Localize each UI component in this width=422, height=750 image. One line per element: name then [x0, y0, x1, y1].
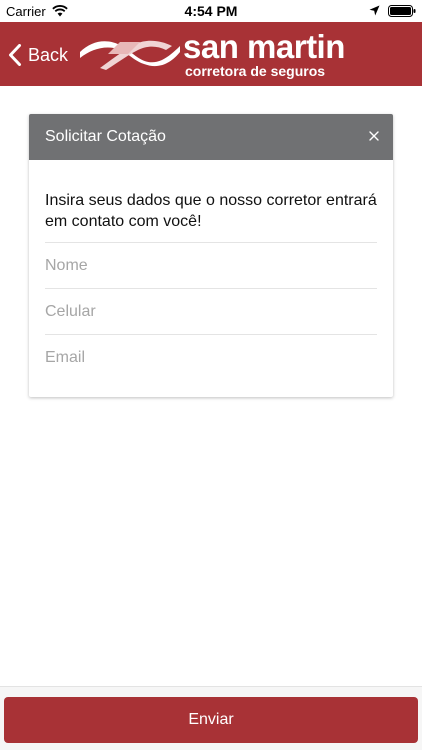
logo-name: san martin: [183, 28, 345, 65]
card-title: Solicitar Cotação: [45, 128, 166, 145]
back-button[interactable]: Back: [8, 42, 68, 68]
phone-input[interactable]: [45, 302, 377, 321]
back-label: Back: [28, 44, 69, 65]
email-field: [45, 334, 377, 380]
clock-time: 4:54 PM: [184, 3, 238, 19]
submit-button[interactable]: Enviar: [4, 697, 418, 743]
logo-tagline: corretora de seguros: [185, 63, 326, 79]
brand-logo: san martin corretora de seguros: [80, 30, 350, 80]
logo-mark-icon: [80, 40, 180, 70]
footer-bar: Enviar: [0, 686, 422, 750]
name-field: [45, 242, 377, 288]
phone-field: [45, 288, 377, 334]
quote-request-card: Solicitar Cotação Insira seus dados que …: [29, 114, 393, 397]
battery-icon: [388, 5, 416, 17]
card-header: Solicitar Cotação: [29, 114, 393, 160]
nav-header: Back san martin corretora de seguros: [0, 22, 422, 86]
close-icon[interactable]: [367, 129, 381, 143]
card-intro-text: Insira seus dados que o nosso corretor e…: [45, 192, 377, 230]
location-icon: [369, 5, 380, 16]
status-bar: Carrier 4:54 PM: [0, 0, 422, 22]
chevron-left-icon: [9, 44, 21, 66]
name-input[interactable]: [45, 256, 377, 275]
email-input[interactable]: [45, 348, 377, 367]
